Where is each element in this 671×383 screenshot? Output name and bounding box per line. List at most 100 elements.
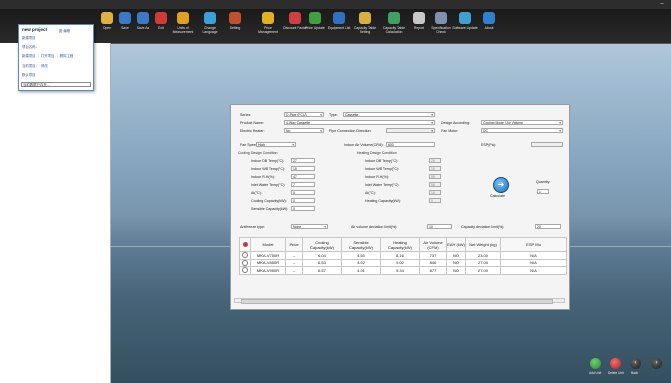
eah-cell: NO xyxy=(446,258,466,267)
column-header[interactable]: Sensible Capacity(kW) xyxy=(341,237,381,252)
cooling-indoor-rh-input[interactable]: 47 xyxy=(291,174,315,179)
minimize-button[interactable]: – xyxy=(659,1,665,7)
price-cell: -- xyxy=(285,258,303,267)
heating-indoor-wb-input[interactable]: 15 xyxy=(429,166,441,171)
column-header[interactable]: Cooling Capacity(kW) xyxy=(302,237,342,252)
antifreeze-select[interactable]: None xyxy=(291,224,328,229)
popup-line[interactable]: 新建项目 ｜ 打开项目 ｜ 删除工程 xyxy=(22,53,73,58)
air-deviation-input[interactable]: 10 xyxy=(427,224,452,229)
cooling-delta-t-input[interactable]: 5 xyxy=(291,190,315,195)
calculate-icon[interactable]: ➜ xyxy=(493,177,509,193)
forward-icon[interactable]: › xyxy=(651,358,662,369)
product-name-select[interactable]: 4-Way Cassette xyxy=(284,120,435,125)
delete-unit-button[interactable] xyxy=(610,358,621,369)
weight-cell: 23.00 xyxy=(465,251,501,260)
sensible-cell: 4.92 xyxy=(341,258,381,267)
column-header[interactable]: Price xyxy=(285,237,303,252)
capacity-deviation-input[interactable]: 20 xyxy=(535,224,561,229)
heating-indoor-db-input[interactable]: 20 xyxy=(429,158,441,163)
back-icon[interactable]: ‹ xyxy=(630,358,641,369)
change-language-button[interactable]: Change Language xyxy=(197,11,223,41)
fan-speed-select[interactable]: High xyxy=(256,142,296,147)
table-row[interactable]: MKA-V950R -- 6.57 4.91 9.34 877 NO 27.00… xyxy=(239,266,567,275)
price-cell: -- xyxy=(285,266,303,275)
column-header[interactable]: Model xyxy=(250,237,286,252)
eah-cell: NO xyxy=(446,266,466,275)
design-according-select[interactable]: Cooling Mode / Air Volume xyxy=(481,120,563,125)
heating-group-title: Heating Design Condition xyxy=(357,151,397,155)
cooling-indoor-wb-input[interactable]: 19 xyxy=(291,166,315,171)
column-header[interactable]: Air Volume (CFM) xyxy=(419,237,447,252)
sensible-cell: 4.91 xyxy=(341,266,381,275)
air-deviation-label: Air volume deviation limit(%): xyxy=(351,225,398,229)
pie-chart-icon xyxy=(289,12,301,24)
cooling-capacity-input[interactable]: 0 xyxy=(291,198,315,203)
row-select-radio[interactable] xyxy=(239,251,251,260)
capacity-table-setting-button[interactable]: Capacity Table Setting xyxy=(352,11,378,41)
select-column-icon xyxy=(242,241,248,247)
column-header[interactable]: Heating Capacity(kW) xyxy=(380,237,420,252)
column-header[interactable]: Net Weight (kg) xyxy=(465,237,501,252)
popup-line[interactable]: 新建项目 xyxy=(22,35,36,40)
type-select[interactable]: Cassette xyxy=(343,112,435,117)
series-select[interactable]: D-Pipe (FCU) xyxy=(284,112,324,117)
electric-heater-select[interactable]: No xyxy=(284,128,324,133)
table-row[interactable]: MKA-V850R -- 6.53 4.92 9.02 846 NO 27.00… xyxy=(239,258,567,267)
gear-icon xyxy=(359,12,371,24)
specification-check-button[interactable]: Specification Check xyxy=(428,11,454,41)
software-update-icon xyxy=(459,12,471,24)
project-select[interactable]: 当前数据已存在... xyxy=(21,82,91,87)
quantity-input[interactable]: 1 xyxy=(537,189,549,194)
weight-cell: 27.00 xyxy=(465,266,501,275)
heating-indoor-rh-input[interactable]: 59 xyxy=(429,174,441,179)
indoor-air-volume-input[interactable]: 600 xyxy=(386,142,435,147)
esp-cell: N/A xyxy=(500,266,567,275)
capacity-deviation-label: Capacity deviation limit(%): xyxy=(461,225,505,229)
popup-line: 项目名称： xyxy=(22,45,39,49)
software-update-button[interactable]: Software Update xyxy=(452,11,478,41)
about-button[interactable]: About xyxy=(476,11,502,41)
add-unit-button[interactable] xyxy=(590,358,601,369)
model-cell: MKA-V850R xyxy=(250,258,286,267)
price-management-button[interactable]: Price Management xyxy=(255,11,281,41)
heating-cell: 9.02 xyxy=(380,258,420,267)
horizontal-scrollbar[interactable] xyxy=(234,298,565,304)
globe-icon xyxy=(204,12,216,24)
air-volume-cell: 846 xyxy=(419,258,447,267)
model-cell: MKA-V950R xyxy=(250,266,286,275)
toolbar-button-label: Specification Check xyxy=(431,26,451,34)
product-name-label: Product Name: xyxy=(240,121,264,125)
fan-motor-select[interactable]: DC xyxy=(481,128,563,133)
row-select-radio[interactable] xyxy=(239,266,251,275)
row-select-radio[interactable] xyxy=(239,258,251,267)
heating-indoor-db-label: Indoor DB Temp(°C): xyxy=(365,159,399,163)
calculate-button-label[interactable]: Calculate xyxy=(490,194,505,198)
cooling-indoor-db-input[interactable]: 27 xyxy=(291,158,315,163)
heating-inlet-water-input[interactable]: 50 xyxy=(429,182,441,187)
esp-cell: N/A xyxy=(500,251,567,260)
units-of-measurement-button[interactable]: Units of Measurement xyxy=(170,11,196,41)
esp-input[interactable] xyxy=(531,142,563,147)
heating-delta-t-input[interactable]: 10 xyxy=(429,190,441,195)
cooling-indoor-wb-label: Indoor WB Temp(°C): xyxy=(251,167,286,171)
pipe-connection-select[interactable] xyxy=(386,128,435,133)
cooling-inlet-water-input[interactable]: 7 xyxy=(291,182,315,187)
heating-capacity-label: Heating Capacity(kW): xyxy=(365,199,401,203)
heating-capacity-input[interactable]: 0 xyxy=(429,198,441,203)
popup-edit-link[interactable]: 修改 xyxy=(41,63,48,68)
column-header[interactable]: EAH (kW) xyxy=(446,237,466,252)
sensible-capacity-input[interactable]: 0 xyxy=(291,206,315,211)
toolbar-button-label: Capacity Table Calculation xyxy=(382,26,406,34)
capacity-table-calculation-button[interactable]: Capacity Table Calculation xyxy=(381,11,407,41)
coin-icon xyxy=(262,12,274,24)
setting-button[interactable]: Setting xyxy=(222,11,248,41)
project-edit-link[interactable]: 图 编辑 xyxy=(59,28,70,33)
equipment-list-button[interactable]: Equipment List xyxy=(326,11,352,41)
heating-inlet-water-label: Inlet Water Temp(°C): xyxy=(365,183,400,187)
price-update-button[interactable]: Price Update xyxy=(302,11,328,41)
model-cell: MKA-V750R xyxy=(250,251,286,260)
quantity-label: Quantity: xyxy=(536,180,551,184)
scrollbar-thumb[interactable] xyxy=(241,299,553,304)
table-row[interactable]: MKA-V750R -- 6.04 4.50 8.16 737 NO 23.00… xyxy=(239,251,567,260)
column-header[interactable]: ESP Mu xyxy=(500,237,567,252)
